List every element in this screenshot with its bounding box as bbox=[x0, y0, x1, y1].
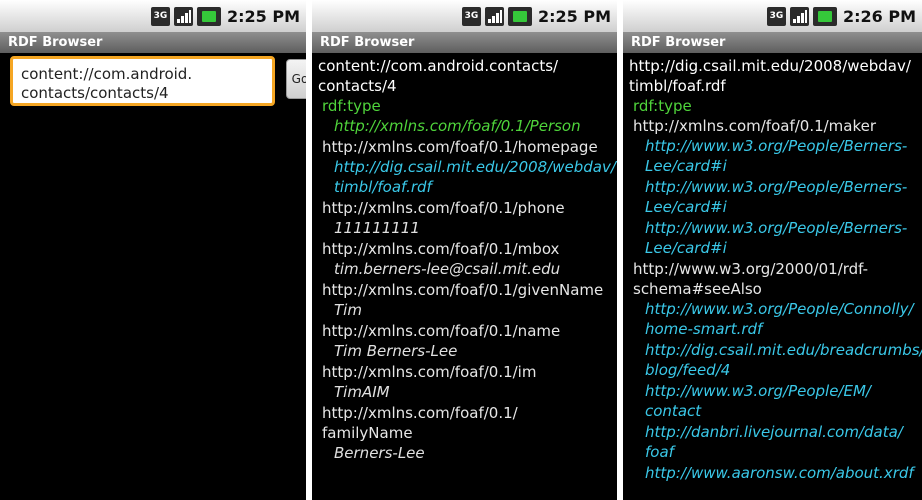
predicate-label: http://xmlns.com/foaf/0.1/mbox bbox=[322, 240, 560, 258]
predicate-label: http://xmlns.com/foaf/0.1/ bbox=[322, 404, 518, 422]
predicate-label: rdf:type bbox=[322, 97, 381, 115]
object-line: blog/feed/4 bbox=[645, 361, 731, 379]
object-line: Lee/card#i bbox=[645, 198, 727, 216]
predicate-label: http://xmlns.com/foaf/0.1/homepage bbox=[322, 138, 598, 156]
predicate-label: http://xmlns.com/foaf/0.1/givenName bbox=[322, 281, 604, 299]
object-link[interactable]: http://www.w3.org/People/Berners- Lee/car… bbox=[623, 136, 922, 176]
object-line: home-smart.rdf bbox=[645, 320, 763, 338]
object-link[interactable]: http://dig.csail.mit.edu/breadcrumbs/blo… bbox=[623, 340, 922, 380]
battery-icon bbox=[507, 6, 532, 26]
object-line: http://www.w3.org/People/Berners- bbox=[645, 137, 908, 155]
app-title: RDF Browser bbox=[312, 32, 617, 53]
object-line: Lee/card#i bbox=[645, 157, 727, 175]
object-value: tim.berners-lee@csail.mit.edu bbox=[312, 259, 617, 279]
object-value: 111111111 bbox=[312, 218, 617, 238]
screen-contact-resource: 3G 2:25 PM RDF Browser content://com.and… bbox=[312, 0, 617, 500]
object-line: http://xmlns.com/foaf/0.1/Person bbox=[334, 117, 581, 135]
battery-icon bbox=[196, 6, 221, 26]
resource-view: content://com.android.contacts/contacts/… bbox=[312, 53, 617, 463]
object-link[interactable]: http://www.w3.org/People/Berners- Lee/car… bbox=[623, 177, 922, 217]
subject-uri: timbl/foaf.rdf bbox=[629, 77, 726, 95]
predicate-label: familyName bbox=[322, 424, 413, 442]
object-line: Tim bbox=[334, 301, 362, 319]
clock: 2:26 PM bbox=[842, 6, 916, 26]
predicate-label: http://xmlns.com/foaf/0.1/im bbox=[322, 363, 537, 381]
object-line: foaf bbox=[645, 443, 674, 461]
object-line: http://www.w3.org/People/Connolly/ bbox=[645, 300, 914, 318]
status-bar: 3G 2:26 PM bbox=[623, 0, 922, 32]
clock: 2:25 PM bbox=[537, 6, 611, 26]
object-line: Lee/card#i bbox=[645, 239, 727, 257]
subject-uri: contacts/4 bbox=[318, 77, 397, 95]
object-value: TimAIM bbox=[312, 382, 617, 402]
predicate-label: schema#seeAlso bbox=[633, 280, 762, 298]
object-line: Tim Berners-Lee bbox=[334, 342, 458, 360]
signal-icon bbox=[484, 6, 504, 26]
clock: 2:25 PM bbox=[226, 6, 300, 26]
object-line: Berners-Lee bbox=[334, 444, 425, 462]
object-link[interactable]: http://danbri.livejournal.com/data/foaf bbox=[623, 422, 922, 462]
object-line: http://www.aaronsw.com/about.xrdf bbox=[645, 464, 914, 482]
app-title: RDF Browser bbox=[623, 32, 922, 53]
object-line: http://dig.csail.mit.edu/2008/webdav/ bbox=[334, 158, 616, 176]
predicate-label: rdf:type bbox=[633, 97, 692, 115]
object-line: http://dig.csail.mit.edu/breadcrumbs/ bbox=[645, 341, 922, 359]
url-input-line: content://com.android. bbox=[21, 65, 193, 83]
url-input[interactable]: content://com.android. contacts/contacts/… bbox=[10, 56, 275, 106]
battery-icon bbox=[812, 6, 837, 26]
network-3g-icon: 3G bbox=[150, 6, 170, 26]
subject-uri: http://dig.csail.mit.edu/2008/webdav/ bbox=[629, 57, 911, 75]
object-link[interactable]: http://www.w3.org/People/Connolly/home-s… bbox=[623, 299, 922, 339]
object-value: Berners-Lee bbox=[312, 443, 617, 463]
go-button[interactable]: Go bbox=[286, 59, 306, 99]
object-link[interactable]: http://www.aaronsw.com/about.xrdf bbox=[623, 463, 922, 483]
screen-foaf-resource: 3G 2:26 PM RDF Browser http://dig.csail.… bbox=[623, 0, 922, 500]
object-line: tim.berners-lee@csail.mit.edu bbox=[334, 260, 561, 278]
signal-icon bbox=[173, 6, 193, 26]
object-line: http://www.w3.org/People/EM/ bbox=[645, 382, 871, 400]
status-bar: 3G 2:25 PM bbox=[312, 0, 617, 32]
object-link[interactable]: http://xmlns.com/foaf/0.1/Person bbox=[312, 116, 617, 136]
network-3g-icon: 3G bbox=[766, 6, 786, 26]
object-link[interactable]: http://www.w3.org/People/Berners- Lee/car… bbox=[623, 218, 922, 258]
predicate-label: http://xmlns.com/foaf/0.1/maker bbox=[633, 117, 877, 135]
object-line: 111111111 bbox=[334, 219, 420, 237]
object-line: http://www.w3.org/People/Berners- bbox=[645, 219, 908, 237]
object-line: timbl/foaf.rdf bbox=[334, 178, 432, 196]
object-line: http://www.w3.org/People/Berners- bbox=[645, 178, 908, 196]
object-line: contact bbox=[645, 402, 702, 420]
predicate-label: http://www.w3.org/2000/01/rdf- bbox=[633, 260, 869, 278]
app-title: RDF Browser bbox=[0, 32, 306, 53]
object-value: Tim bbox=[312, 300, 617, 320]
status-bar: 3G 2:25 PM bbox=[0, 0, 306, 32]
object-value: Tim Berners-Lee bbox=[312, 341, 617, 361]
object-line: http://danbri.livejournal.com/data/ bbox=[645, 423, 903, 441]
url-input-line: contacts/contacts/4 bbox=[21, 84, 169, 102]
object-link[interactable]: http://www.w3.org/People/EM/contact bbox=[623, 381, 922, 421]
object-link[interactable]: http://dig.csail.mit.edu/2008/webdav/tim… bbox=[312, 157, 617, 197]
subject-uri: content://com.android.contacts/ bbox=[318, 57, 559, 75]
screen-url-entry: 3G 2:25 PM RDF Browser content://com.and… bbox=[0, 0, 306, 500]
resource-view: http://dig.csail.mit.edu/2008/webdav/tim… bbox=[623, 53, 922, 483]
network-3g-icon: 3G bbox=[461, 6, 481, 26]
predicate-label: http://xmlns.com/foaf/0.1/phone bbox=[322, 199, 565, 217]
signal-icon bbox=[789, 6, 809, 26]
predicate-label: http://xmlns.com/foaf/0.1/name bbox=[322, 322, 561, 340]
object-line: TimAIM bbox=[334, 383, 390, 401]
